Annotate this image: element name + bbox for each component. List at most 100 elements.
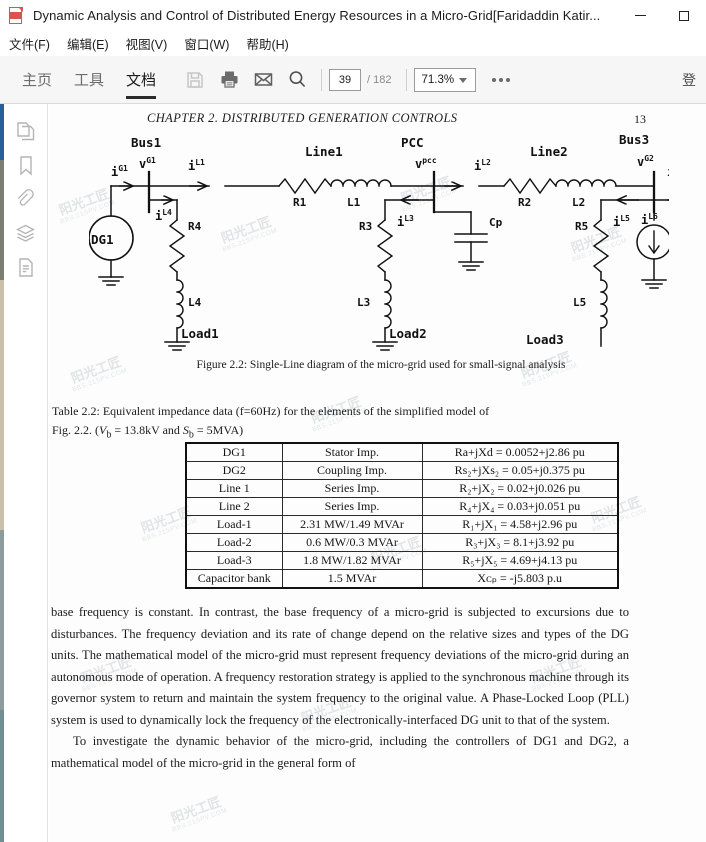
- paragraph-1: base frequency is constant. In contrast,…: [51, 605, 629, 727]
- email-icon[interactable]: [246, 56, 280, 104]
- svg-text:iL2: iL2: [474, 158, 491, 173]
- content-icon[interactable]: [11, 250, 41, 284]
- label-r1: R1: [293, 196, 307, 209]
- single-line-micro-grid-diagram: Bus1 PCC Bus3 Line1 Line2 R1 L1 R2 L2 R4…: [89, 134, 669, 351]
- label-bus3: Bus3: [619, 134, 649, 147]
- cell-value: R₄+jX₄ = 0.03+j0.051 pu: [421, 497, 619, 516]
- document-page-view[interactable]: 阳光工匠 BBS.21SPV.COM 阳光工匠 BBS.21SPV.COM 阳光工匠…: [49, 104, 706, 842]
- table-row: Load-1 2.31 MW/1.49 MVAr R₁+jX₁ = 4.58+j…: [185, 515, 619, 534]
- title-bar: Dynamic Analysis and Control of Distribu…: [0, 0, 706, 31]
- pdf-file-icon: [8, 6, 24, 25]
- svg-text:iG2: iG2: [667, 164, 669, 179]
- print-icon[interactable]: [212, 56, 246, 104]
- label-line1: Line1: [305, 144, 343, 159]
- body-text: base frequency is constant. In contrast,…: [51, 602, 629, 774]
- tab-tools[interactable]: 工具: [74, 56, 104, 104]
- table-row: Load-2 0.6 MW/0.3 MVAr R₃+jX₃ = 8.1+j3.9…: [185, 533, 619, 552]
- cell-kind: 0.6 MW/0.3 MVAr: [281, 533, 423, 552]
- table-caption-line1: Table 2.2: Equivalent impedance data (f=…: [52, 404, 490, 418]
- toolbar-divider-2: [405, 68, 407, 91]
- page-watermark: 阳光工匠 BBS.21SPV.COM: [169, 793, 229, 834]
- svg-text:iL5: iL5: [613, 214, 630, 229]
- page-folio: 13: [634, 112, 646, 126]
- window-title: Dynamic Analysis and Control of Distribu…: [33, 8, 601, 23]
- more-options-button[interactable]: [491, 77, 510, 82]
- toolbar: 主页 工具 文档 39 / 182 71.3% 登: [0, 56, 706, 104]
- bookmark-icon[interactable]: [11, 148, 41, 182]
- svg-text:vG1: vG1: [139, 156, 156, 171]
- cell-element: Load-1: [185, 515, 283, 534]
- svg-text:vG2: vG2: [637, 154, 654, 169]
- label-line2: Line2: [530, 144, 568, 159]
- table-row: Capacitor bank 1.5 MVAr Xᴄₚ = -j5.803 p.…: [185, 569, 619, 589]
- cell-element: Capacitor bank: [185, 569, 283, 589]
- label-r2: R2: [518, 196, 531, 209]
- label-l3: L3: [357, 296, 370, 309]
- table-caption-line2: Fig. 2.2. (Vb = 13.8kV and Sb = 5MVA): [52, 423, 244, 441]
- cell-kind: 2.31 MW/1.49 MVAr: [281, 515, 423, 534]
- page-total-label: / 182: [367, 73, 392, 86]
- menu-view[interactable]: 视图(V): [126, 34, 168, 53]
- cell-value: R₂+jX₂ = 0.02+j0.026 pu: [421, 479, 619, 498]
- zoom-level-select[interactable]: 71.3%: [413, 67, 476, 92]
- save-icon[interactable]: [178, 56, 212, 104]
- chevron-down-icon: [458, 77, 467, 83]
- table-row: Line 1 Series Imp. R₂+jX₂ = 0.02+j0.026 …: [185, 479, 619, 498]
- figure-caption: Figure 2.2: Single-Line diagram of the m…: [196, 359, 566, 371]
- label-load2: Load2: [389, 326, 427, 341]
- menu-help[interactable]: 帮助(H): [246, 34, 288, 53]
- maximize-button[interactable]: [662, 0, 706, 31]
- label-l4: L4: [188, 296, 202, 309]
- svg-text:vpcc: vpcc: [415, 156, 437, 171]
- cell-element: Load-2: [185, 533, 283, 552]
- tab-home[interactable]: 主页: [22, 56, 52, 104]
- menu-edit[interactable]: 编辑(E): [67, 34, 109, 53]
- toolbar-divider: [321, 68, 323, 91]
- attachment-icon[interactable]: [11, 182, 41, 216]
- menu-window[interactable]: 窗口(W): [184, 34, 229, 53]
- navigation-rail: [4, 104, 48, 842]
- svg-text:iL3: iL3: [397, 214, 414, 229]
- cell-element: Line 1: [185, 479, 283, 498]
- cell-value: R₅+jX₅ = 4.69+j4.13 pu: [421, 551, 619, 570]
- label-r3: R3: [359, 220, 372, 233]
- paragraph-2: To investigate the dynamic behavior of t…: [51, 734, 629, 770]
- tab-document[interactable]: 文档: [126, 56, 157, 104]
- svg-text:iL4: iL4: [155, 208, 172, 223]
- zoom-level-value: 71.3%: [421, 73, 455, 86]
- cell-value: R₃+jX₃ = 8.1+j3.92 pu: [421, 533, 619, 552]
- cell-element: DG1: [185, 442, 283, 462]
- label-r5: R5: [575, 220, 588, 233]
- label-bus1: Bus1: [131, 135, 161, 150]
- sign-in-label[interactable]: 登: [682, 70, 704, 90]
- cell-value: Ra+jXd = 0.0052+j2.86 pu: [421, 442, 619, 462]
- menu-file[interactable]: 文件(F): [9, 34, 50, 53]
- svg-text:iG1: iG1: [111, 164, 128, 179]
- cell-kind: 1.5 MVAr: [281, 569, 423, 589]
- cell-element: Load-3: [185, 551, 283, 570]
- menu-bar: 文件(F) 编辑(E) 视图(V) 窗口(W) 帮助(H): [0, 31, 706, 56]
- cell-element: DG2: [185, 461, 283, 480]
- search-icon[interactable]: [280, 56, 314, 104]
- label-pcc: PCC: [401, 135, 424, 150]
- running-header: CHAPTER 2. DISTRIBUTED GENERATION CONTRO…: [147, 111, 458, 125]
- label-l5: L5: [573, 296, 586, 309]
- pdf-page: 阳光工匠 BBS.21SPV.COM 阳光工匠 BBS.21SPV.COM 阳光工匠…: [49, 104, 706, 842]
- minimize-button[interactable]: [618, 0, 662, 31]
- table-row: Load-3 1.8 MW/1.82 MVAr R₅+jX₅ = 4.69+j4…: [185, 551, 619, 570]
- pdf-reader-window: Dynamic Analysis and Control of Distribu…: [0, 0, 706, 842]
- cell-kind: Series Imp.: [281, 497, 423, 516]
- cell-value: Xᴄₚ = -j5.803 p.u: [421, 569, 619, 589]
- impedance-data-table: DG1 Stator Imp. Ra+jXd = 0.0052+j2.86 pu…: [185, 442, 619, 589]
- layers-icon[interactable]: [11, 216, 41, 250]
- label-cp: Cp: [489, 216, 503, 229]
- cell-value: R₁+jX₁ = 4.58+j2.96 pu: [421, 515, 619, 534]
- window-controls: [618, 0, 706, 31]
- svg-text:iL1: iL1: [188, 158, 205, 173]
- cell-value: Rs₂+jXs₂ = 0.05+j0.375 pu: [421, 461, 619, 480]
- table-caption: Table 2.2: Equivalent impedance data (f=…: [52, 402, 652, 444]
- page-number-input[interactable]: 39: [329, 68, 362, 91]
- table-row: Line 2 Series Imp. R₄+jX₄ = 0.03+j0.051 …: [185, 497, 619, 516]
- label-l2: L2: [572, 196, 585, 209]
- page-thumbnails-icon[interactable]: [11, 114, 41, 148]
